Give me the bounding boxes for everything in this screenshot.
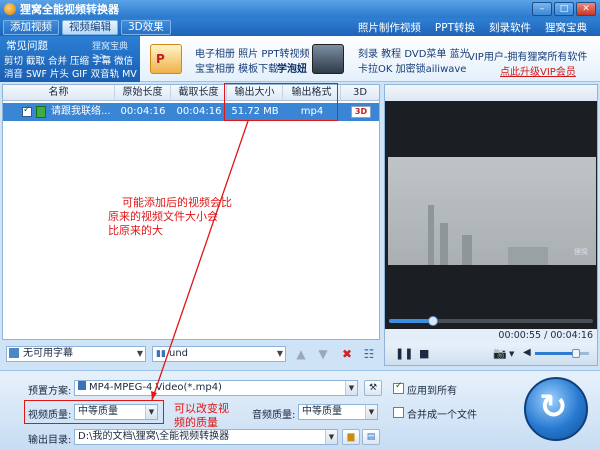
annotation-arrow-head bbox=[151, 391, 157, 400]
annotation-arrow-line bbox=[151, 120, 249, 401]
annotation-arrow bbox=[151, 120, 249, 401]
